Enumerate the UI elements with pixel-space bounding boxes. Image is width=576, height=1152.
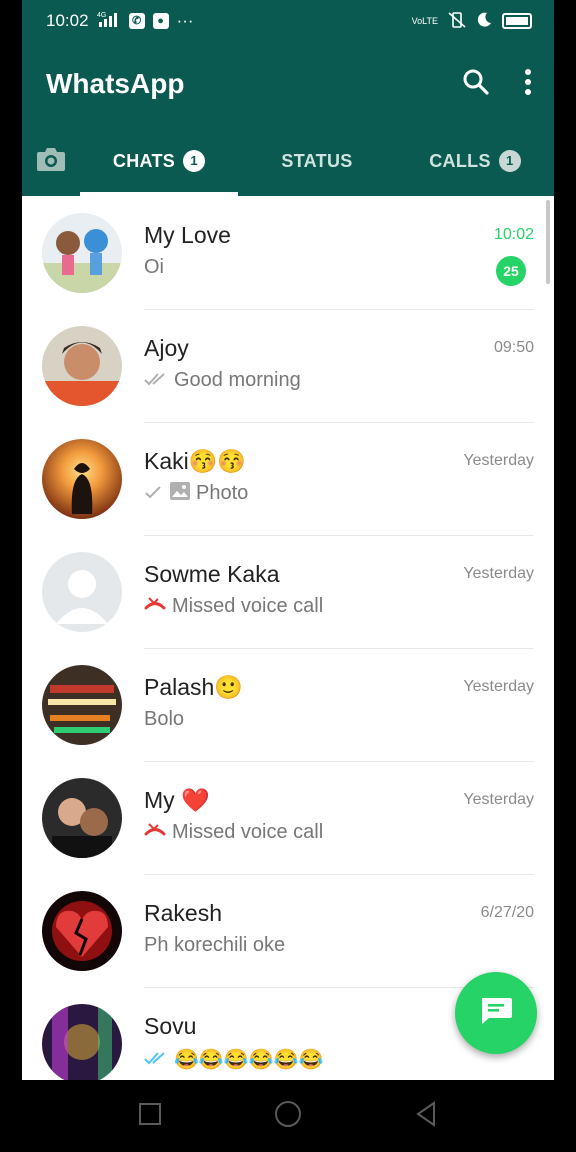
app-title: WhatsApp (46, 68, 185, 99)
chat-row[interactable]: My ❤️ Yesterday Missed voice call (22, 761, 554, 875)
chat-preview: Photo (196, 482, 249, 504)
chat-name: My Love (144, 221, 231, 248)
system-nav-bar (0, 1080, 576, 1152)
back-icon[interactable] (414, 1100, 438, 1132)
unread-badge: 25 (496, 255, 526, 286)
chat-preview: Good morning (174, 368, 301, 391)
chat-row[interactable]: Kaki😚😚 Yesterday Photo (22, 422, 554, 536)
chat-time: Yesterday (463, 677, 534, 695)
missed-call-icon (144, 821, 166, 844)
chat-row[interactable]: Palash🙂 Yesterday Bolo (22, 648, 554, 762)
chat-row[interactable]: Sowme Kaka Yesterday Missed voice call (22, 535, 554, 649)
tab-chats-badge: 1 (183, 150, 206, 172)
avatar[interactable] (42, 438, 122, 519)
moon-icon (476, 12, 492, 31)
chat-time: 6/27/20 (480, 903, 534, 921)
tab-chats-label: CHATS (112, 150, 176, 171)
chat-name: Rakesh (144, 899, 222, 926)
chat-preview: Missed voice call (172, 594, 324, 617)
chat-row[interactable]: Ajoy 09:50 Good morning (22, 309, 554, 423)
chat-preview: Bolo (144, 707, 185, 730)
chat-name: Palash🙂 (144, 673, 243, 700)
avatar[interactable] (42, 1003, 122, 1080)
signal-icon: 4G (97, 11, 121, 32)
new-chat-button[interactable] (455, 972, 537, 1054)
chat-row[interactable]: My Love 10:02 Oi 25 (22, 196, 554, 310)
search-icon[interactable] (462, 68, 490, 101)
chat-preview: Ph korechili oke (144, 933, 286, 956)
app-bar: WhatsApp (22, 42, 554, 126)
scrollbar[interactable] (546, 200, 550, 284)
tab-calls-label: CALLS (429, 150, 491, 171)
new-chat-icon (479, 996, 513, 1031)
camera-icon (36, 146, 66, 177)
avatar[interactable] (42, 664, 122, 745)
app-notify-icon: ● (152, 13, 169, 29)
chat-preview: Oi (144, 255, 164, 278)
chat-time: 09:50 (493, 338, 534, 356)
network-type: 4G (97, 12, 106, 19)
chat-preview: 😂😂😂😂😂😂 (174, 1049, 324, 1071)
missed-call-icon (144, 595, 166, 618)
avatar[interactable] (42, 551, 122, 632)
status-bar: 10:02 4G ✆ ● ··· VoLTE (22, 0, 554, 42)
chat-row[interactable]: Rakesh 6/27/20 Ph korechili oke (22, 874, 554, 988)
volte-label: VoLTE (411, 16, 438, 26)
double-tick-icon (144, 369, 168, 392)
chat-time: Yesterday (463, 790, 534, 808)
chat-time: 10:02 (493, 225, 534, 243)
chat-name: My ❤️ (144, 786, 210, 813)
tab-chats[interactable]: CHATS 1 (80, 126, 238, 196)
avatar[interactable] (42, 777, 122, 858)
tab-camera[interactable] (22, 126, 80, 196)
vibrate-icon (448, 11, 466, 31)
tab-bar: CHATS 1 STATUS CALLS 1 (22, 126, 554, 196)
chat-preview: Missed voice call (172, 820, 324, 843)
app-window: 10:02 4G ✆ ● ··· VoLTE WhatsApp CHATS 1 … (22, 0, 554, 1080)
tab-status[interactable]: STATUS (238, 126, 396, 196)
tab-calls-badge: 1 (498, 150, 521, 172)
chat-name: Sowme Kaka (144, 560, 280, 587)
chat-list: My Love 10:02 Oi 25 Ajoy 09:50 Good morn… (22, 196, 554, 1080)
chat-name: Ajoy (144, 334, 189, 361)
chat-name: Sovu (144, 1013, 197, 1039)
avatar[interactable] (42, 890, 122, 971)
photo-icon (170, 481, 190, 506)
status-time: 10:02 (46, 11, 89, 30)
chat-name: Kaki😚😚 (144, 447, 247, 474)
more-vert-icon[interactable] (524, 68, 532, 101)
home-icon[interactable] (274, 1100, 302, 1133)
avatar[interactable] (42, 212, 122, 293)
tab-status-label: STATUS (281, 150, 353, 171)
recents-icon[interactable] (138, 1102, 162, 1131)
tab-calls[interactable]: CALLS 1 (396, 126, 554, 196)
battery-icon (502, 13, 532, 29)
avatar[interactable] (42, 325, 122, 406)
single-tick-icon (144, 482, 164, 505)
chat-time: Yesterday (463, 564, 534, 582)
more-notifications-icon: ··· (176, 11, 194, 30)
chat-time: Yesterday (463, 451, 534, 469)
whatsapp-notify-icon: ✆ (128, 13, 145, 29)
double-tick-icon (144, 1048, 168, 1071)
